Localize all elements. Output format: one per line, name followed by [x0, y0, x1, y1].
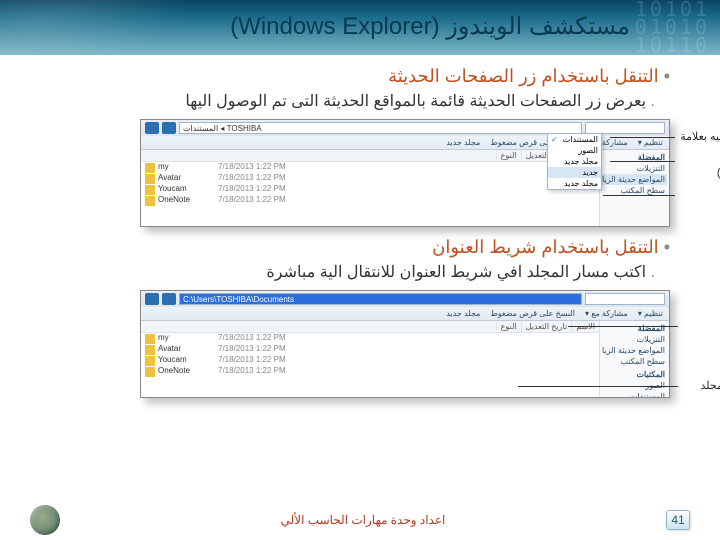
folder-icon: [145, 334, 155, 344]
libs-header: المكتبات: [602, 369, 667, 380]
annot-recent-list: قائمة بالمواقع الحديثة( قد يختلف على جها…: [675, 154, 720, 180]
file-row[interactable]: Youcam7/18/2013 1:22 PM: [141, 355, 599, 366]
folder-icon: [145, 174, 155, 184]
annot-folder-icon: رمز المجلد: [680, 320, 720, 333]
column-headers: الاسم تاريخ التعديل النوع: [141, 321, 599, 333]
logo-icon: [30, 505, 60, 535]
explorer-screenshot-2: C:\Users\TOSHIBA\Documents تنظيم ▾ مشارك…: [140, 290, 670, 398]
file-row[interactable]: OneNote7/18/2013 1:22 PM: [141, 366, 599, 377]
dropdown-item[interactable]: جديد: [548, 167, 601, 178]
file-row[interactable]: Avatar7/18/2013 1:22 PM: [141, 173, 599, 184]
file-row[interactable]: my7/18/2013 1:22 PM: [141, 333, 599, 344]
folder-icon: [145, 345, 155, 355]
footer-text: اعداد وحدة مهارات الحاسب الألي: [281, 513, 446, 527]
column-headers: الاسم تاريخ التعديل النوع: [141, 150, 599, 162]
leader-line: [568, 326, 678, 327]
tool-newfolder[interactable]: مجلد جديد: [446, 138, 480, 147]
back-button[interactable]: [145, 293, 159, 305]
annot-path: مسار يصف موقع المجلد(قد يختلف المسار ): [680, 380, 720, 406]
titlebar: C:\Users\TOSHIBA\Documents: [141, 291, 669, 307]
folder-icon: [145, 163, 155, 173]
page-title: مستكشف الويندوز (Windows Explorer): [230, 12, 630, 41]
fav-header: المفضلة: [602, 323, 667, 334]
sidebar-item[interactable]: المواضع حديثة الزيارة: [602, 174, 667, 185]
screenshot-2-wrap: C:\Users\TOSHIBA\Documents تنظيم ▾ مشارك…: [140, 290, 670, 398]
explorer-screenshot-1: المستندات ◂ TOSHIBA تنظيم ▾ مشاركة مع ▾ …: [140, 119, 670, 227]
address-bar[interactable]: المستندات ◂ TOSHIBA: [179, 122, 582, 134]
file-row[interactable]: OneNote7/18/2013 1:22 PM: [141, 195, 599, 206]
recent-pages-dropdown[interactable]: المستندات الصور مجلد جديد جديد مجلد جديد: [547, 133, 602, 190]
sidebar-item[interactable]: التنزيلات: [602, 334, 667, 345]
sidebar-item[interactable]: التنزيلات: [602, 163, 667, 174]
screenshot-1-wrap: المستندات ◂ TOSHIBA تنظيم ▾ مشاركة مع ▾ …: [140, 119, 670, 227]
dropdown-item[interactable]: مجلد جديد: [548, 156, 601, 167]
file-row[interactable]: my7/18/2013 1:22 PM: [141, 162, 599, 173]
footer: 41 اعداد وحدة مهارات الحاسب الألي: [0, 506, 720, 534]
search-box[interactable]: [585, 293, 665, 305]
leader-line: [603, 195, 675, 196]
file-row[interactable]: Avatar7/18/2013 1:22 PM: [141, 344, 599, 355]
tool-share[interactable]: مشاركة مع ▾: [585, 309, 628, 318]
forward-button[interactable]: [162, 293, 176, 305]
leader-line: [610, 161, 675, 162]
toolbar: تنظيم ▾ مشاركة مع ▾ النسخ على قرص مضغوط …: [141, 307, 669, 321]
section1-sub: يعرض زر الصفحات الحديثة قائمة بالمواقع ا…: [20, 91, 655, 111]
sidebar-item[interactable]: المستندات: [602, 391, 667, 398]
tool-organize[interactable]: تنظيم ▾: [638, 309, 663, 318]
tool-burn[interactable]: النسخ على قرص مضغوط: [490, 309, 575, 318]
dropdown-item[interactable]: مجلد جديد: [548, 178, 601, 189]
annot-recent-button: زر صفحات حديثة: [675, 189, 720, 202]
section1-heading: التنقل باستخدام زر الصفحات الحديثة: [20, 66, 670, 87]
leader-line: [610, 137, 675, 138]
folder-icon: [145, 367, 155, 377]
section2-heading: التنقل باستخدام شريط العنوان: [20, 237, 670, 258]
file-pane: الاسم تاريخ التعديل النوع my7/18/2013 1:…: [141, 150, 599, 226]
address-bar-selected[interactable]: C:\Users\TOSHIBA\Documents: [179, 293, 582, 305]
dropdown-item-current[interactable]: المستندات: [548, 134, 601, 145]
col-date[interactable]: تاريخ التعديل: [521, 321, 572, 332]
dropdown-item[interactable]: الصور: [548, 145, 601, 156]
sidebar-item[interactable]: المواضع حديثة الزيارة: [602, 345, 667, 356]
content-area: التنقل باستخدام زر الصفحات الحديثة يعرض …: [20, 60, 700, 408]
folder-icon: [145, 185, 155, 195]
col-type[interactable]: النوع: [496, 321, 521, 332]
page-number: 41: [666, 510, 690, 530]
forward-button[interactable]: [162, 122, 176, 134]
folder-icon: [145, 196, 155, 206]
binary-deco: 101010101010110: [635, 0, 710, 54]
tool-newfolder[interactable]: مجلد جديد: [446, 309, 480, 318]
leader-line: [518, 386, 678, 387]
tool-organize[interactable]: تنظيم ▾: [638, 138, 663, 147]
sidebar-item[interactable]: سطح المكتب: [602, 356, 667, 367]
file-row[interactable]: Youcam7/18/2013 1:22 PM: [141, 184, 599, 195]
section2-sub: اكتب مسار المجلد افي شريط العنوان للانتق…: [20, 262, 655, 282]
folder-icon: [145, 356, 155, 366]
back-button[interactable]: [145, 122, 159, 134]
col-type[interactable]: النوع: [496, 150, 521, 161]
